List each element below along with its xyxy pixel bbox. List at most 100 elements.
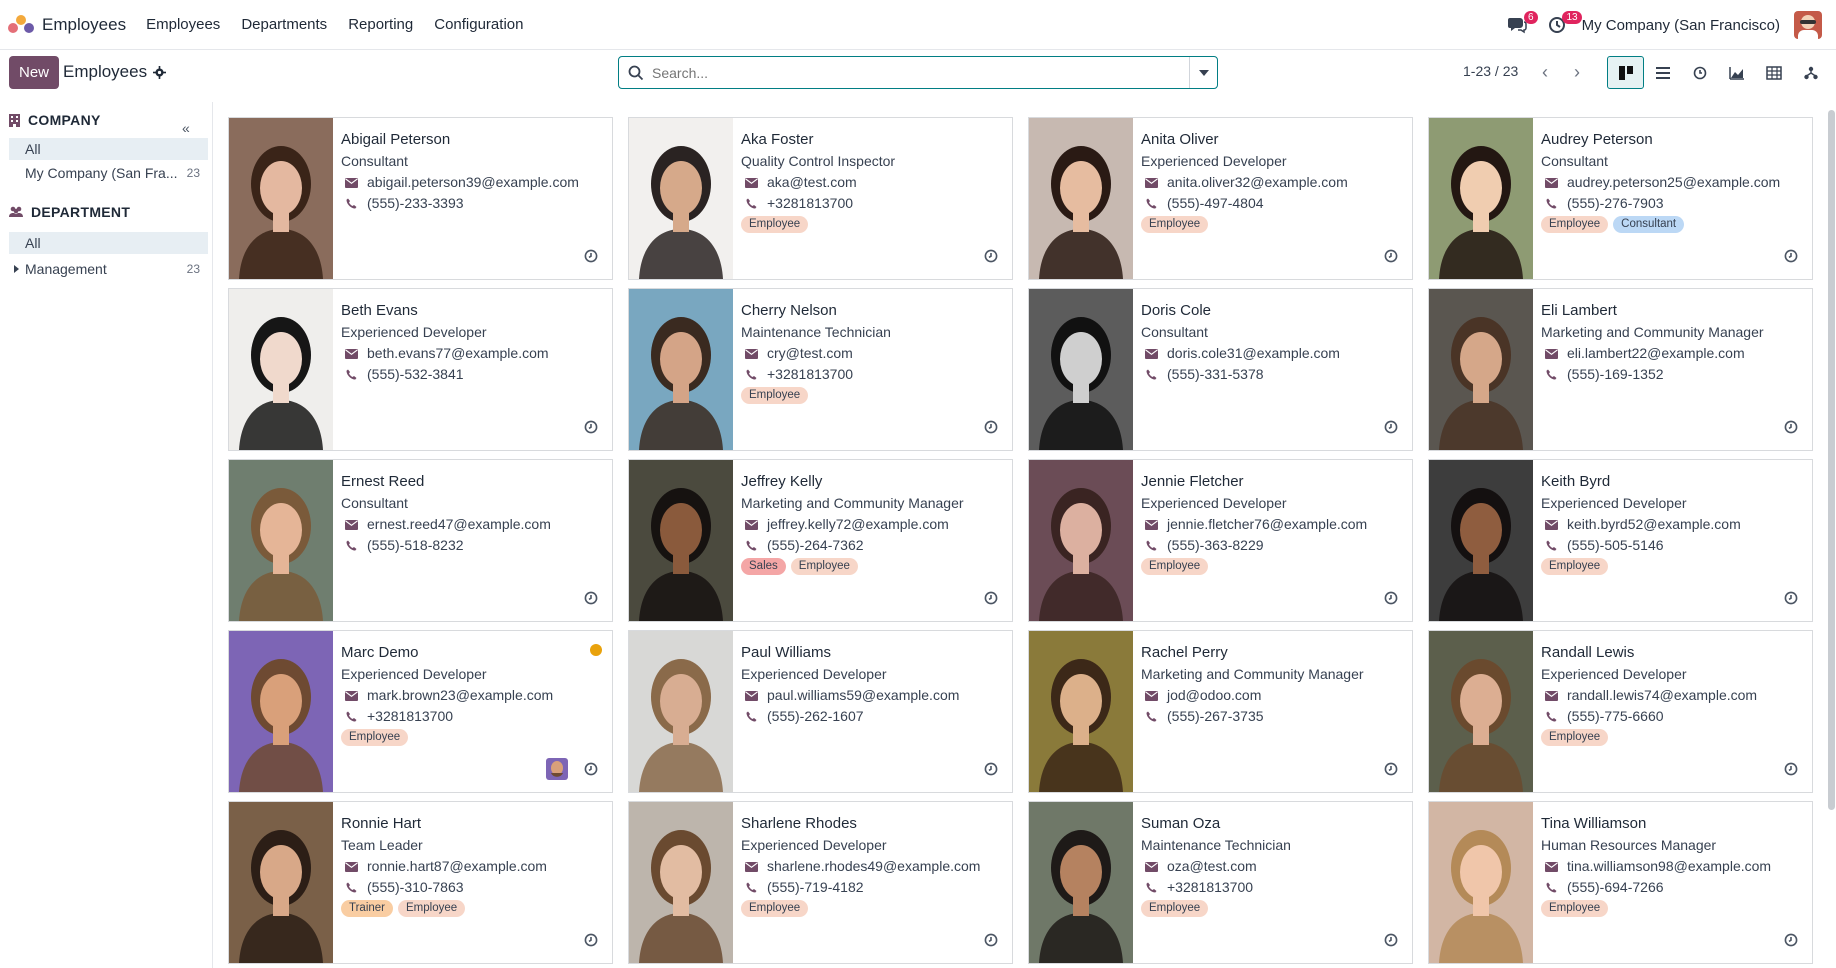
menu-configuration[interactable]: Configuration <box>434 16 523 33</box>
employee-phone[interactable]: (555)-505-5146 <box>1567 535 1664 556</box>
activity-clock-icon[interactable] <box>584 591 598 608</box>
employee-name[interactable]: Marc Demo <box>341 642 604 664</box>
employee-card[interactable]: Beth Evans Experienced Developer beth.evan… <box>228 288 613 451</box>
employee-email[interactable]: audrey.peterson25@example.com <box>1567 172 1780 193</box>
new-button[interactable]: New <box>9 56 59 89</box>
employee-card[interactable]: Anita Oliver Experienced Developer anita.o… <box>1028 117 1413 280</box>
employee-email[interactable]: paul.williams59@example.com <box>767 685 959 706</box>
employee-card[interactable]: Eli Lambert Marketing and Community Manag… <box>1428 288 1813 451</box>
employee-card[interactable]: Paul Williams Experienced Developer paul.w… <box>628 630 1013 793</box>
employee-email[interactable]: sharlene.rhodes49@example.com <box>767 856 980 877</box>
employee-name[interactable]: Cherry Nelson <box>741 300 1004 322</box>
activity-view-button[interactable] <box>1681 56 1718 89</box>
company-filter-my-company[interactable]: My Company (San Fra... 23 <box>9 162 208 184</box>
caret-right-icon[interactable] <box>14 265 19 273</box>
employee-phone[interactable]: (555)-363-8229 <box>1167 535 1264 556</box>
employee-email[interactable]: jeffrey.kelly72@example.com <box>767 514 949 535</box>
employee-email[interactable]: ronnie.hart87@example.com <box>367 856 547 877</box>
employee-phone[interactable]: (555)-233-3393 <box>367 193 464 214</box>
employee-phone[interactable]: +3281813700 <box>767 364 853 385</box>
employee-phone[interactable]: (555)-267-3735 <box>1167 706 1264 727</box>
hierarchy-view-button[interactable] <box>1792 56 1829 89</box>
activity-clock-icon[interactable] <box>984 420 998 437</box>
employee-email[interactable]: anita.oliver32@example.com <box>1167 172 1348 193</box>
activity-clock-icon[interactable] <box>584 249 598 266</box>
activity-clock-icon[interactable] <box>1784 249 1798 266</box>
employee-card[interactable]: Aka Foster Quality Control Inspector aka@t… <box>628 117 1013 280</box>
employee-name[interactable]: Tina Williamson <box>1541 813 1804 835</box>
user-avatar[interactable] <box>1794 11 1822 39</box>
activity-clock-icon[interactable] <box>1784 591 1798 608</box>
activity-clock-icon[interactable] <box>984 933 998 950</box>
employee-name[interactable]: Sharlene Rhodes <box>741 813 1004 835</box>
employee-email[interactable]: aka@test.com <box>767 172 857 193</box>
employee-card[interactable]: Cherry Nelson Maintenance Technician cry@t… <box>628 288 1013 451</box>
activity-clock-icon[interactable] <box>1784 933 1798 950</box>
employee-name[interactable]: Paul Williams <box>741 642 1004 664</box>
activity-clock-icon[interactable] <box>1384 591 1398 608</box>
company-filter-all[interactable]: All <box>9 138 208 160</box>
graph-view-button[interactable] <box>1718 56 1755 89</box>
employee-card[interactable]: Suman Oza Maintenance Technician oza@test.… <box>1028 801 1413 964</box>
employee-card[interactable]: Sharlene Rhodes Experienced Developer shar… <box>628 801 1013 964</box>
employee-name[interactable]: Ronnie Hart <box>341 813 604 835</box>
employee-phone[interactable]: (555)-262-1607 <box>767 706 864 727</box>
employee-email[interactable]: doris.cole31@example.com <box>1167 343 1340 364</box>
employee-card[interactable]: Jeffrey Kelly Marketing and Community Man… <box>628 459 1013 622</box>
employee-phone[interactable]: (555)-775-6660 <box>1567 706 1664 727</box>
employee-name[interactable]: Abigail Peterson <box>341 129 604 151</box>
scrollbar[interactable] <box>1828 110 1835 810</box>
employee-name[interactable]: Jeffrey Kelly <box>741 471 1004 493</box>
activity-clock-icon[interactable] <box>984 762 998 779</box>
list-view-button[interactable] <box>1644 56 1681 89</box>
employee-email[interactable]: mark.brown23@example.com <box>367 685 553 706</box>
employee-email[interactable]: jod@odoo.com <box>1167 685 1261 706</box>
related-user-avatar[interactable] <box>546 758 568 780</box>
employee-phone[interactable]: (555)-497-4804 <box>1167 193 1264 214</box>
department-filter-all[interactable]: All <box>9 232 208 254</box>
employee-phone[interactable]: (555)-532-3841 <box>367 364 464 385</box>
employee-phone[interactable]: (555)-310-7863 <box>367 877 464 898</box>
employee-card[interactable]: Tina Williamson Human Resources Manager ti… <box>1428 801 1813 964</box>
activity-clock-icon[interactable] <box>984 249 998 266</box>
menu-reporting[interactable]: Reporting <box>348 16 413 33</box>
employee-email[interactable]: tina.williamson98@example.com <box>1567 856 1771 877</box>
employee-email[interactable]: ernest.reed47@example.com <box>367 514 551 535</box>
employee-name[interactable]: Jennie Fletcher <box>1141 471 1404 493</box>
employee-phone[interactable]: +3281813700 <box>1167 877 1253 898</box>
employee-phone[interactable]: (555)-518-8232 <box>367 535 464 556</box>
employee-phone[interactable]: (555)-719-4182 <box>767 877 864 898</box>
employee-card[interactable]: Randall Lewis Experienced Developer randal… <box>1428 630 1813 793</box>
menu-employees[interactable]: Employees <box>146 16 220 33</box>
activity-clock-icon[interactable] <box>1784 762 1798 779</box>
employee-name[interactable]: Keith Byrd <box>1541 471 1804 493</box>
employee-name[interactable]: Aka Foster <box>741 129 1004 151</box>
activity-clock-icon[interactable] <box>584 933 598 950</box>
employee-card[interactable]: Rachel Perry Marketing and Community Mana… <box>1028 630 1413 793</box>
employee-card[interactable]: Ernest Reed Consultant ernest.reed47@examp… <box>228 459 613 622</box>
employee-email[interactable]: oza@test.com <box>1167 856 1257 877</box>
activity-clock-icon[interactable] <box>584 420 598 437</box>
employee-card[interactable]: Keith Byrd Experienced Developer keith.byr… <box>1428 459 1813 622</box>
employee-email[interactable]: beth.evans77@example.com <box>367 343 549 364</box>
employee-card[interactable]: Jennie Fletcher Experienced Developer jenn… <box>1028 459 1413 622</box>
activity-clock-icon[interactable] <box>1384 420 1398 437</box>
company-switcher[interactable]: My Company (San Francisco) <box>1582 17 1780 34</box>
employees-app-icon[interactable] <box>8 14 34 35</box>
employee-name[interactable]: Anita Oliver <box>1141 129 1404 151</box>
employee-email[interactable]: randall.lewis74@example.com <box>1567 685 1757 706</box>
menu-departments[interactable]: Departments <box>241 16 327 33</box>
pager-previous-button[interactable]: ‹ <box>1531 58 1559 86</box>
activity-clock-icon[interactable] <box>1384 762 1398 779</box>
employee-phone[interactable]: (555)-276-7903 <box>1567 193 1664 214</box>
employee-phone[interactable]: +3281813700 <box>367 706 453 727</box>
employee-card[interactable]: Ronnie Hart Team Leader ronnie.hart87@exam… <box>228 801 613 964</box>
activity-clock-icon[interactable] <box>1784 420 1798 437</box>
activity-clock-icon[interactable] <box>1384 249 1398 266</box>
pager-value[interactable]: 1-23 / 23 <box>1463 63 1518 79</box>
activities-button[interactable]: 13 <box>1542 10 1582 40</box>
messages-button[interactable]: 6 <box>1502 10 1538 40</box>
employee-card[interactable]: Marc Demo Experienced Developer mark.brown… <box>228 630 613 793</box>
employee-name[interactable]: Randall Lewis <box>1541 642 1804 664</box>
employee-email[interactable]: eli.lambert22@example.com <box>1567 343 1745 364</box>
